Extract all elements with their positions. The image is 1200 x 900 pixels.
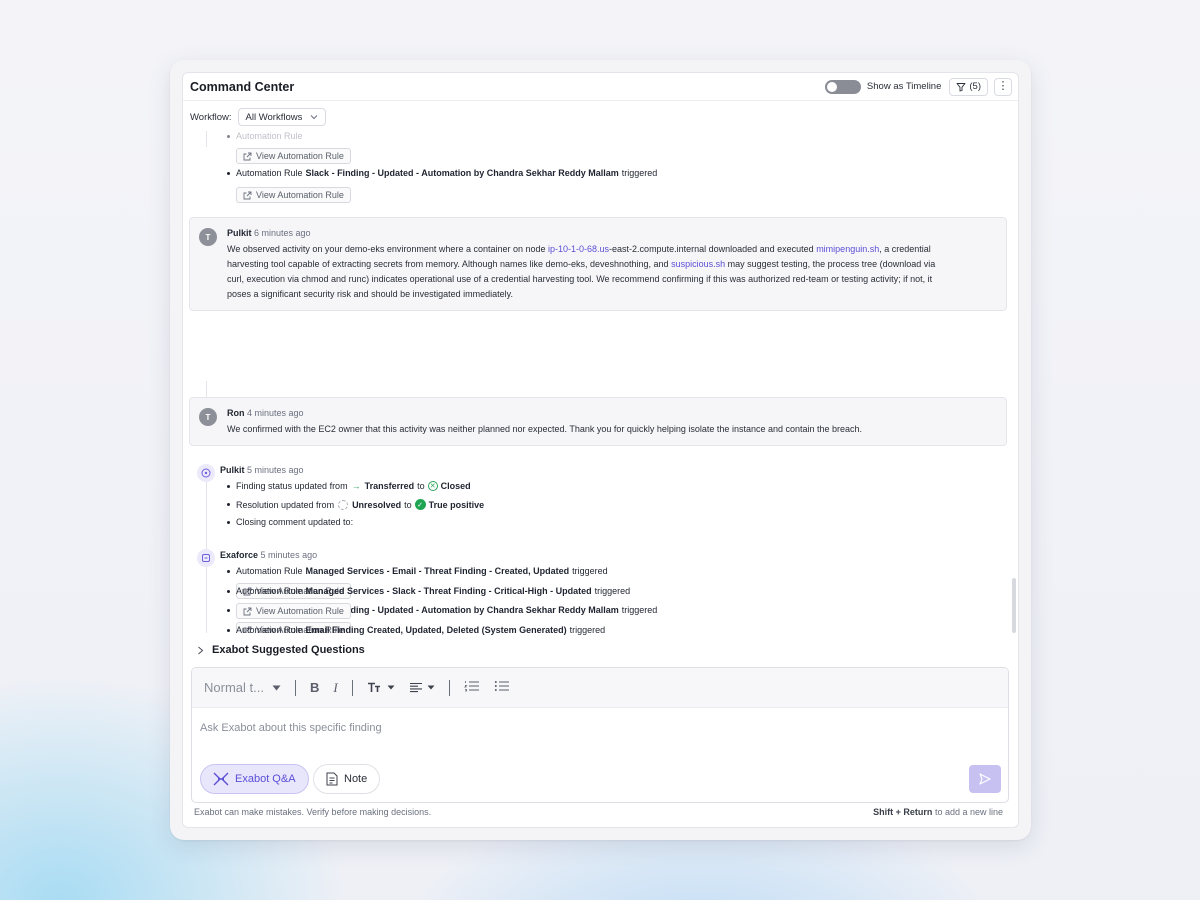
- send-icon: [979, 773, 991, 785]
- external-link-icon: [243, 607, 252, 615]
- panel-header: Command Center Show as Timeline (5) ⋮: [183, 73, 1018, 101]
- workflow-label: Workflow:: [190, 111, 232, 123]
- activity-feed[interactable]: Automation Rule View Automation Rule Aut…: [183, 131, 1018, 633]
- status-change-icon: [197, 464, 215, 482]
- feed-scrollbar[interactable]: [1012, 578, 1016, 633]
- view-automation-rule-button[interactable]: View Automation Rule: [236, 148, 351, 164]
- filter-icon: [956, 82, 966, 91]
- align-icon[interactable]: [409, 682, 435, 693]
- filter-count: (5): [969, 81, 981, 92]
- closed-circle-icon: ✕: [427, 481, 438, 491]
- shortcut-hint: Shift + Return to add a new line: [873, 807, 1003, 817]
- external-link-icon: [243, 152, 252, 160]
- avatar: T: [199, 228, 217, 246]
- note-button[interactable]: Note: [313, 764, 381, 794]
- suggested-questions-label: Exabot Suggested Questions: [212, 644, 365, 656]
- exabot-qa-button[interactable]: Exabot Q&A: [200, 764, 309, 794]
- comment-card: T Ron 4 minutes ago We confirmed with th…: [189, 397, 1007, 446]
- list-item: Closing comment updated to:: [227, 517, 353, 527]
- message-input[interactable]: Ask Exabot about this specific finding: [200, 722, 382, 734]
- feed-continuation: Automation Rule Managed Services - Slack…: [183, 573, 1018, 635]
- workflow-selected-value: All Workflows: [245, 111, 303, 123]
- automation-icon: [197, 549, 215, 567]
- list-item: Resolution updated from Unresolved to ✓ …: [227, 499, 487, 510]
- comment-body: We confirmed with the EC2 owner that thi…: [227, 424, 863, 434]
- exabot-icon: [213, 772, 229, 786]
- suggested-questions-toggle[interactable]: Exabot Suggested Questions: [197, 644, 365, 656]
- comment-meta: Pulkit 6 minutes ago: [227, 228, 311, 238]
- app-window: Command Center Show as Timeline (5) ⋮ Wo…: [170, 60, 1031, 840]
- chevron-right-icon: [198, 646, 204, 654]
- script-link[interactable]: suspicious.sh: [671, 259, 725, 269]
- timeline-toggle-label: Show as Timeline: [866, 81, 942, 92]
- comment-card: T Pulkit 6 minutes ago We observed activ…: [189, 217, 1007, 311]
- chat-composer: Normal t... B I Ask Exabot about this sp…: [191, 667, 1009, 803]
- view-automation-rule-button[interactable]: View Automation Rule: [236, 187, 351, 203]
- node-link[interactable]: ip-10-1-0-68.us: [548, 244, 609, 254]
- external-link-icon: [243, 191, 252, 199]
- chevron-down-icon: [311, 115, 318, 120]
- list-item: Automation Rule Email Finding Created, U…: [227, 625, 605, 635]
- timeline-line: [206, 381, 207, 397]
- caret-down-icon: [272, 685, 281, 690]
- workflow-filter: Workflow: All Workflows: [190, 108, 327, 126]
- view-automation-rule-button[interactable]: View Automation Rule: [236, 603, 351, 619]
- event-meta: Exaforce 5 minutes ago: [220, 550, 318, 560]
- document-icon: [326, 772, 338, 786]
- italic-icon[interactable]: I: [333, 680, 337, 696]
- page-title: Command Center: [190, 79, 295, 94]
- workflow-select[interactable]: All Workflows: [237, 108, 327, 126]
- check-circle-icon: ✓: [414, 499, 426, 510]
- timeline-line: [206, 573, 207, 633]
- disclaimer-text: Exabot can make mistakes. Verify before …: [194, 807, 432, 817]
- filter-button[interactable]: (5): [949, 77, 988, 96]
- font-size-icon[interactable]: [367, 682, 395, 693]
- command-center-panel: Command Center Show as Timeline (5) ⋮ Wo…: [182, 72, 1019, 828]
- comment-body: We observed activity on your demo-eks en…: [227, 244, 936, 299]
- kebab-icon: ⋮: [997, 80, 1009, 92]
- formatting-toolbar: Normal t... B I: [192, 668, 1008, 708]
- bullet-list-icon[interactable]: [494, 680, 510, 695]
- more-options-button[interactable]: ⋮: [994, 77, 1012, 96]
- arrow-right-icon: →: [351, 481, 361, 491]
- timeline-toggle[interactable]: [824, 79, 861, 94]
- ordered-list-icon[interactable]: [463, 680, 480, 695]
- script-link[interactable]: mimipenguin.sh: [816, 244, 879, 254]
- list-item: Automation Rule: [227, 131, 303, 141]
- list-item: Automation Rule Managed Services - Slack…: [227, 586, 630, 596]
- event-meta: Pulkit 5 minutes ago: [220, 465, 304, 475]
- avatar: T: [199, 408, 217, 426]
- unresolved-circle-icon: [338, 499, 349, 510]
- text-style-select[interactable]: Normal t...: [204, 680, 281, 695]
- comment-meta: Ron 4 minutes ago: [227, 408, 304, 418]
- send-button[interactable]: [969, 765, 1001, 793]
- timeline-line: [206, 131, 207, 147]
- list-item: Automation Rule Slack - Finding - Update…: [227, 168, 657, 178]
- list-item: Finding status updated from → Transferre…: [227, 481, 474, 491]
- bold-icon[interactable]: B: [310, 680, 319, 695]
